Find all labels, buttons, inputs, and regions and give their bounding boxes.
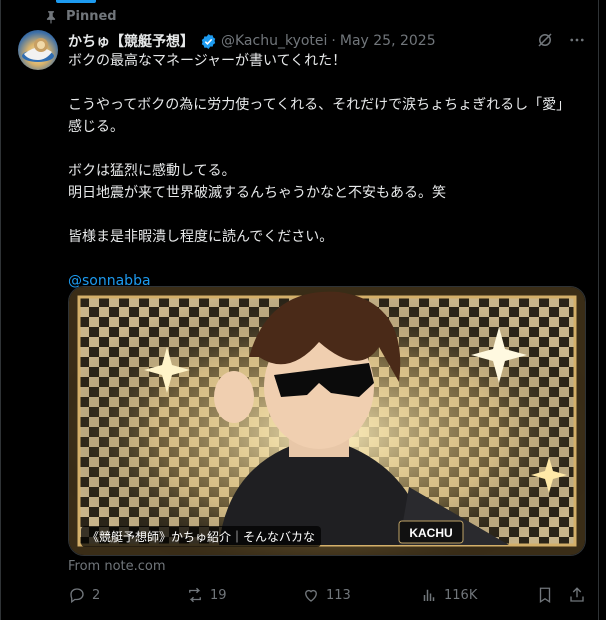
card-image: KACHU bbox=[69, 287, 585, 555]
link-card[interactable]: KACHU 《競艇予想師》かちゅ紹介｜そんなバカな bbox=[68, 286, 586, 556]
repost-button[interactable]: 19 bbox=[186, 586, 227, 604]
like-icon bbox=[305, 589, 317, 602]
action-bar: 2 19 113 116K bbox=[68, 586, 588, 610]
separator-dot: · bbox=[331, 33, 336, 49]
tweet-body: ボクの最高なマネージャーが書いてくれた！ こうやってボクの為に労力使ってくれる、… bbox=[68, 50, 578, 292]
reply-button[interactable]: 2 bbox=[68, 586, 100, 604]
bookmark-icon bbox=[539, 587, 551, 604]
repost-icon bbox=[189, 587, 201, 603]
left-border bbox=[0, 0, 1, 620]
right-border bbox=[598, 0, 599, 620]
card-badge-text: KACHU bbox=[409, 526, 452, 540]
like-count: 113 bbox=[326, 587, 351, 603]
share-icon bbox=[570, 587, 584, 602]
avatar-image bbox=[22, 38, 54, 62]
bookmark-button[interactable] bbox=[536, 586, 554, 604]
reply-count: 2 bbox=[92, 587, 101, 603]
tweet-text: ボクの最高なマネージャーが書いてくれた！ こうやってボクの為に労力使ってくれる、… bbox=[68, 53, 571, 245]
reply-icon bbox=[70, 588, 84, 604]
tweet-header: かちゅ【競艇予想】 @Kachu_kyotei · May 25, 2025 bbox=[68, 31, 586, 51]
verified-badge-icon bbox=[201, 33, 216, 49]
pinned-label-row: Pinned bbox=[44, 9, 117, 24]
views-count: 116K bbox=[444, 587, 478, 603]
views-button[interactable]: 116K bbox=[420, 586, 477, 604]
handle[interactable]: @Kachu_kyotei bbox=[221, 33, 327, 49]
avatar[interactable] bbox=[18, 30, 58, 70]
repost-count: 19 bbox=[210, 587, 227, 603]
tab-indicator bbox=[56, 0, 96, 3]
tweet-date[interactable]: May 25, 2025 bbox=[340, 33, 436, 49]
display-name[interactable]: かちゅ【競艇予想】 bbox=[68, 31, 194, 51]
share-button[interactable] bbox=[568, 586, 586, 604]
card-title: 《競艇予想師》かちゅ紹介｜そんなバカな bbox=[81, 526, 322, 547]
more-icon[interactable] bbox=[568, 31, 586, 49]
grok-icon[interactable] bbox=[536, 31, 554, 49]
pin-icon bbox=[46, 10, 56, 24]
card-source[interactable]: From note.com bbox=[68, 559, 166, 574]
pinned-text: Pinned bbox=[66, 9, 117, 24]
views-icon bbox=[423, 589, 435, 601]
like-button[interactable]: 113 bbox=[302, 586, 351, 604]
